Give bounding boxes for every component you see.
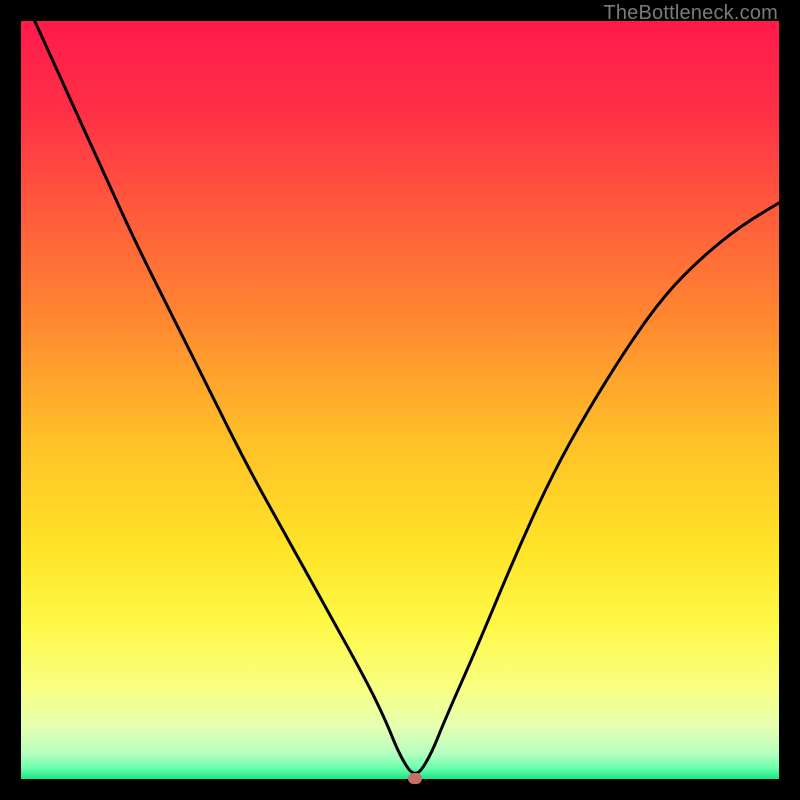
gradient-background [21, 21, 779, 779]
optimal-point-marker [408, 773, 422, 784]
watermark-text: TheBottleneck.com [603, 2, 778, 25]
chart-frame [21, 21, 779, 779]
bottleneck-plot [21, 21, 779, 779]
